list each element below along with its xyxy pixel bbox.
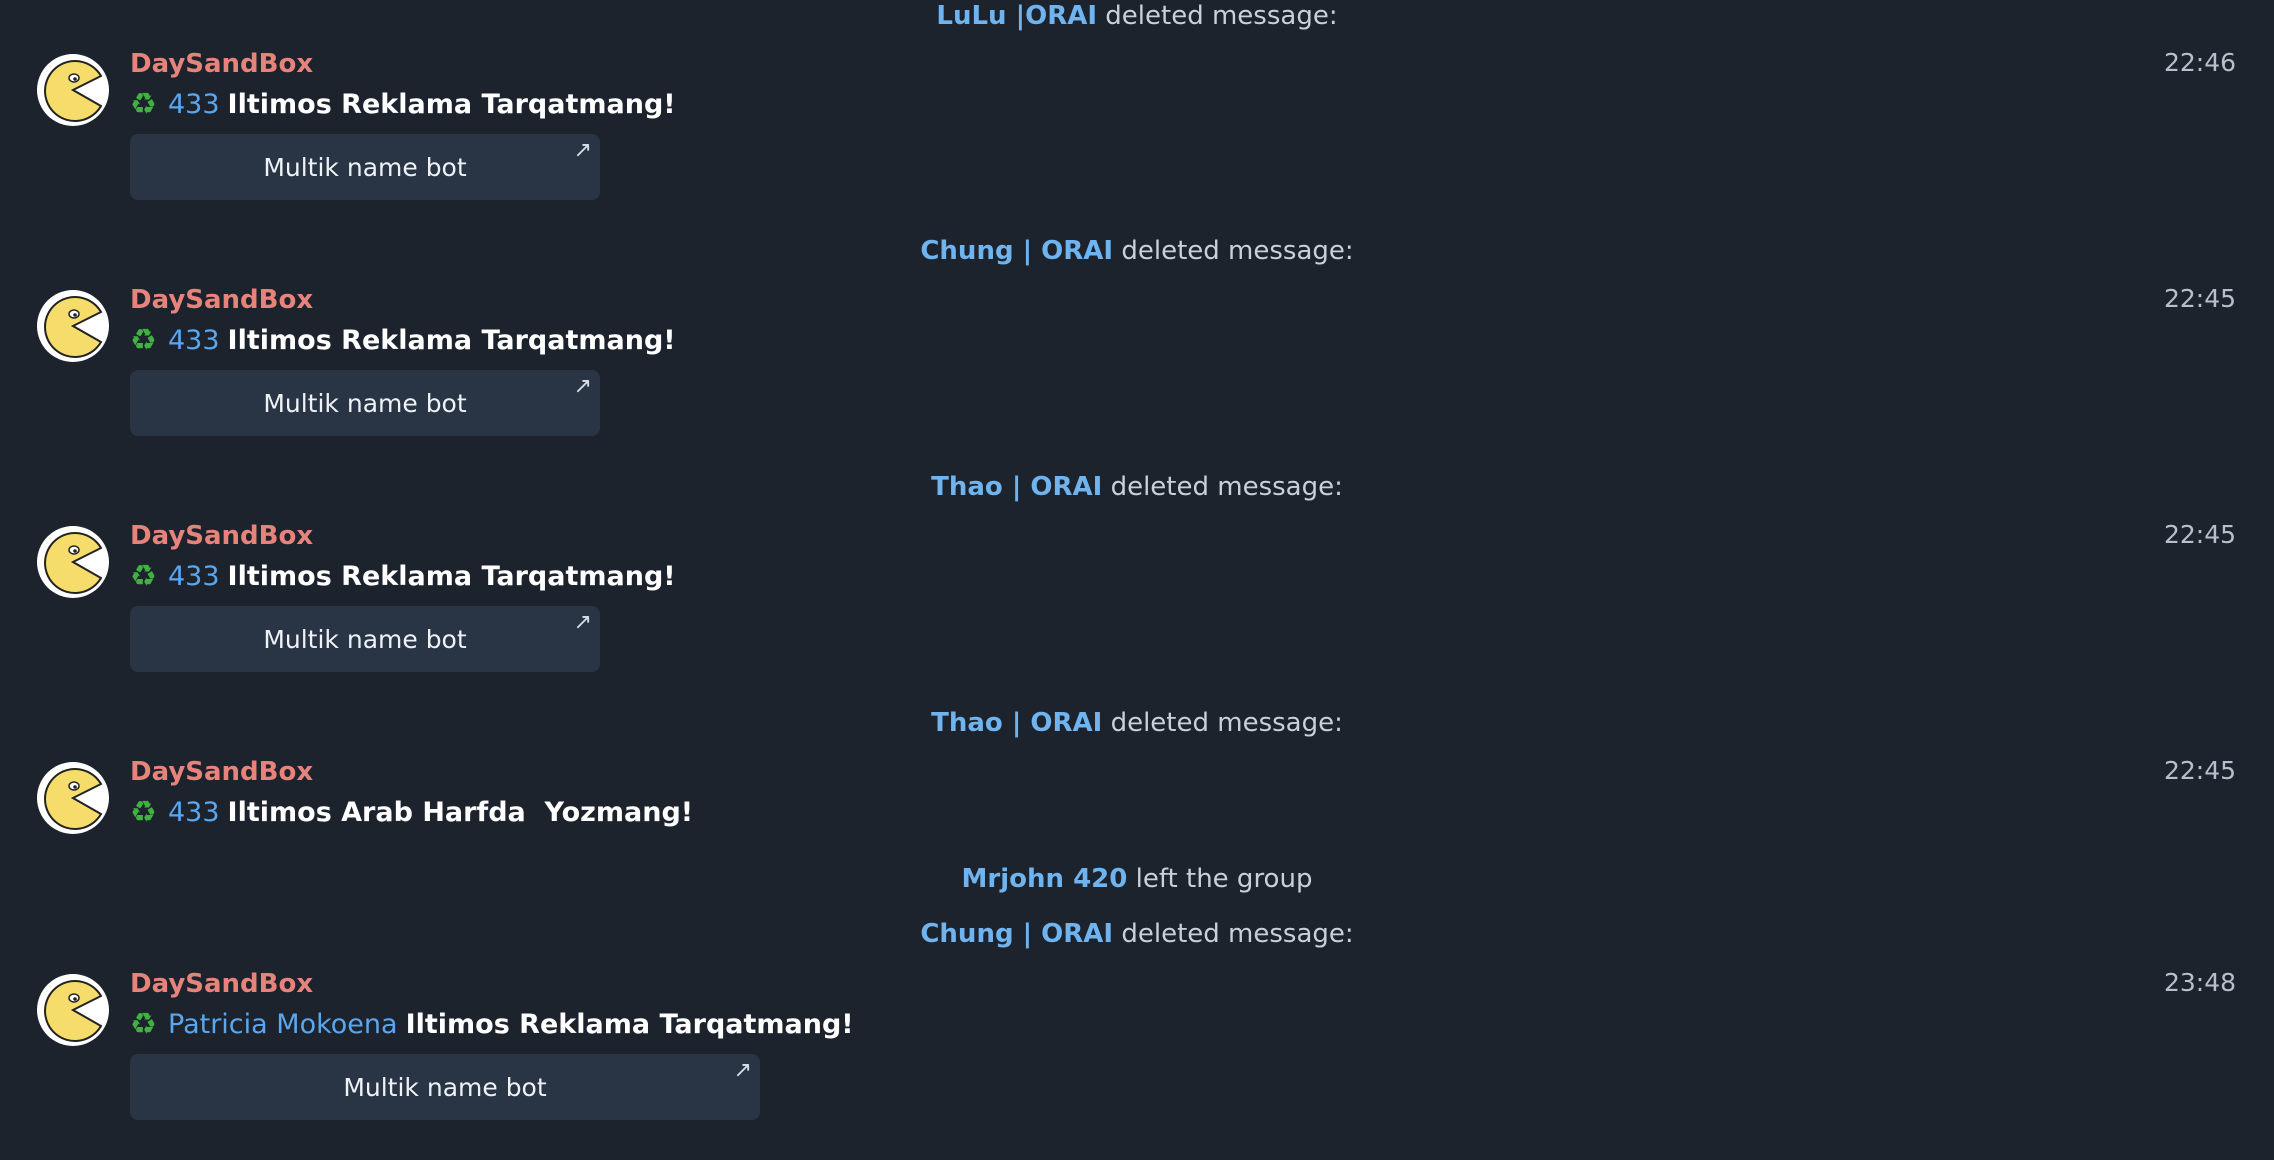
service-action-text: deleted message: (1121, 919, 1354, 949)
message-body: Iltimos Arab Harfda Yozmang! (227, 797, 694, 828)
inline-button-label: Multik name bot (343, 1072, 547, 1102)
pacman-avatar-icon[interactable] (37, 526, 109, 598)
message-time: 22:46 (2163, 48, 2236, 77)
service-message: LuLu |ORAI deleted message: (0, 0, 2274, 32)
service-action-text: deleted message: (1121, 236, 1354, 266)
inline-button-label: Multik name bot (263, 388, 467, 418)
message-time: 22:45 (2163, 520, 2236, 549)
external-link-arrow-icon: ↗ (573, 610, 592, 635)
message-body: Iltimos Reklama Tarqatmang! (405, 1009, 854, 1040)
inline-keyboard-button[interactable]: Multik name bot ↗ (130, 1054, 760, 1120)
message-body: Iltimos Reklama Tarqatmang! (227, 89, 676, 120)
message-text: ♻ Patricia Mokoena Iltimos Reklama Tarqa… (130, 1008, 854, 1042)
service-user-link[interactable]: Chung | ORAI (920, 919, 1113, 949)
external-link-arrow-icon: ↗ (573, 138, 592, 163)
service-user-link[interactable]: Thao | ORAI (931, 708, 1102, 738)
service-action-text: left the group (1135, 864, 1313, 894)
inline-keyboard-button[interactable]: Multik name bot ↗ (130, 370, 600, 436)
sender-name[interactable]: DaySandBox (130, 968, 313, 1000)
external-link-arrow-icon: ↗ (733, 1058, 752, 1083)
message-body: Iltimos Reklama Tarqatmang! (227, 325, 676, 356)
service-action-text: deleted message: (1105, 1, 1338, 31)
pacman-avatar-icon[interactable] (37, 974, 109, 1046)
message-text: ♻ 433 Iltimos Reklama Tarqatmang! (130, 88, 676, 122)
service-message: Mrjohn 420 left the group (0, 863, 2274, 895)
sender-name[interactable]: DaySandBox (130, 48, 313, 80)
service-user-link[interactable]: Mrjohn 420 (962, 864, 1128, 894)
mention-link[interactable]: Patricia Mokoena (168, 1008, 398, 1042)
message-body: Iltimos Reklama Tarqatmang! (227, 561, 676, 592)
service-action-text: deleted message: (1110, 472, 1343, 502)
service-user-link[interactable]: Chung | ORAI (920, 236, 1113, 266)
message-time: 22:45 (2163, 756, 2236, 785)
pacman-avatar-icon[interactable] (37, 290, 109, 362)
hashtag-link[interactable]: 433 (168, 560, 220, 594)
message-text: ♻ 433 Iltimos Reklama Tarqatmang! (130, 324, 676, 358)
message-time: 22:45 (2163, 284, 2236, 313)
recycle-icon: ♻ (130, 1007, 157, 1042)
message-text: ♻ 433 Iltimos Reklama Tarqatmang! (130, 560, 676, 594)
hashtag-link[interactable]: 433 (168, 796, 220, 830)
message-text: ♻ 433 Iltimos Arab Harfda Yozmang! (130, 796, 693, 830)
service-message: Chung | ORAI deleted message: (0, 918, 2274, 950)
sender-name[interactable]: DaySandBox (130, 284, 313, 316)
service-user-link[interactable]: Thao | ORAI (931, 472, 1102, 502)
inline-button-label: Multik name bot (263, 624, 467, 654)
service-message: Thao | ORAI deleted message: (0, 471, 2274, 503)
message-time: 23:48 (2163, 968, 2236, 997)
service-user-link[interactable]: LuLu |ORAI (936, 1, 1097, 31)
pacman-avatar-icon[interactable] (37, 54, 109, 126)
chat-history: LuLu |ORAI deleted message: DaySandBox 2… (0, 0, 2274, 1160)
inline-keyboard-button[interactable]: Multik name bot ↗ (130, 134, 600, 200)
recycle-icon: ♻ (130, 795, 157, 830)
external-link-arrow-icon: ↗ (573, 374, 592, 399)
recycle-icon: ♻ (130, 87, 157, 122)
sender-name[interactable]: DaySandBox (130, 756, 313, 788)
service-message: Thao | ORAI deleted message: (0, 707, 2274, 739)
sender-name[interactable]: DaySandBox (130, 520, 313, 552)
service-action-text: deleted message: (1110, 708, 1343, 738)
recycle-icon: ♻ (130, 559, 157, 594)
hashtag-link[interactable]: 433 (168, 88, 220, 122)
pacman-avatar-icon[interactable] (37, 762, 109, 834)
hashtag-link[interactable]: 433 (168, 324, 220, 358)
inline-keyboard-button[interactable]: Multik name bot ↗ (130, 606, 600, 672)
inline-button-label: Multik name bot (263, 152, 467, 182)
recycle-icon: ♻ (130, 323, 157, 358)
service-message: Chung | ORAI deleted message: (0, 235, 2274, 267)
